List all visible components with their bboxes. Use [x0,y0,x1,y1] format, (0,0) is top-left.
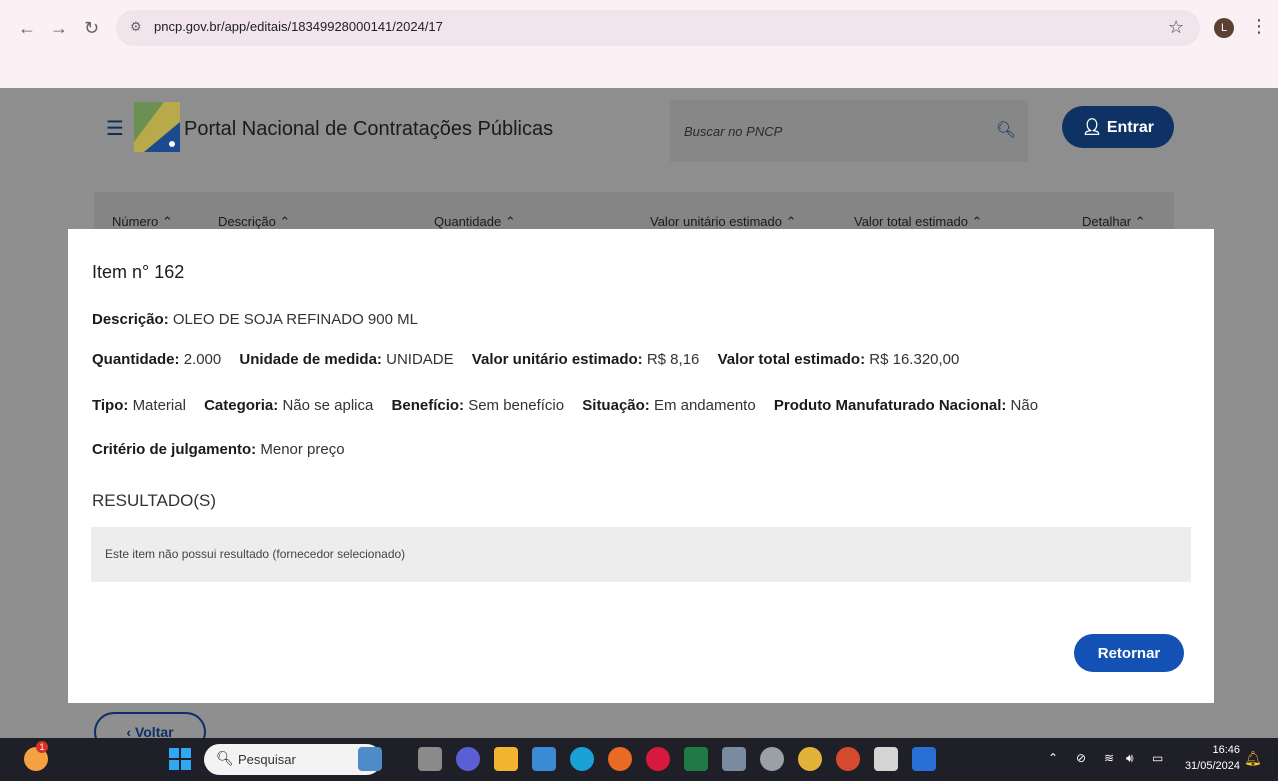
forward-arrow-icon[interactable]: → [50,18,68,39]
beneficio-value: Sem benefício [468,397,565,414]
criterio-value: Menor preço [260,441,345,458]
hamburger-menu-icon[interactable]: ☰ [106,116,124,141]
col-descricao[interactable]: Descrição ⌃ [218,214,290,230]
reload-icon[interactable]: ↻ [84,18,99,39]
quantidade-value: 2.000 [183,351,222,368]
search-icon: 🔍︎ [216,750,234,766]
browser-chrome: ← → ↻ ⚙ pncp.gov.br/app/editais/18349928… [0,0,1278,88]
firefox-icon[interactable] [608,747,632,771]
clock[interactable]: 16:46 31/05/2024 [1180,742,1240,774]
taskbar-search-input[interactable]: 🔍︎ Pesquisar [204,744,382,775]
col-valor-total[interactable]: Valor total estimado ⌃ [854,214,982,230]
modal-title: Item n° 162 [92,262,185,282]
login-button[interactable]: 👤︎ Entrar [1062,106,1174,148]
windows-taskbar: 1 🔍︎ Pesquisar ⌃ ⊘ ≋ 🔊︎ ▭ 16:46 31/05/20… [0,738,1278,781]
settings-gear-icon[interactable] [760,747,784,771]
col-detalhar[interactable]: Detalhar ⌃ [1082,214,1146,230]
pncp-logo-icon [134,102,180,152]
criterio-line: Critério de julgamento: Menor preço [92,441,345,458]
login-label: Entrar [1106,119,1154,136]
col-numero[interactable]: Número ⌃ [112,214,173,230]
search-highlight-icon [358,747,382,771]
chrome-icon[interactable] [798,747,822,771]
col-quantidade[interactable]: Quantidade ⌃ [434,214,516,230]
tipo-line: Tipo: Material Categoria: Não se aplica … [92,397,1039,414]
quantidade-line: Quantidade: 2.000 Unidade de medida: UNI… [92,351,960,368]
task-view-icon[interactable] [418,747,442,771]
bookmark-star-icon[interactable]: ☆ [1168,17,1184,38]
profile-avatar[interactable]: L [1214,18,1234,38]
produto-value: Não [1010,397,1039,414]
windows-start-icon[interactable] [168,747,192,771]
situacao-value: Em andamento [653,397,756,414]
item-detail-modal: Item n° 162 Descrição: OLEO DE SOJA REFI… [68,229,1214,703]
notification-badge: 1 [36,741,48,753]
security-app-icon[interactable] [646,747,670,771]
address-row: ← → ↻ ⚙ pncp.gov.br/app/editais/18349928… [0,10,1278,46]
file-explorer-icon[interactable] [494,747,518,771]
unidade-value: UNIDADE [386,351,454,368]
store-icon[interactable] [532,747,556,771]
return-button[interactable]: Retornar [1074,634,1184,672]
valor-unitario-value: R$ 8,16 [646,351,700,368]
site-search-input[interactable]: Buscar no PNCP 🔍︎ [670,100,1028,162]
tipo-value: Material [132,397,186,414]
browser-menu-icon[interactable]: ⋮ [1250,16,1268,37]
resultados-box: Este item não possui resultado (forneced… [91,527,1191,582]
wifi-icon[interactable]: ≋ [1104,751,1114,765]
edge-icon[interactable] [570,747,594,771]
resultados-title: RESULTADO(S) [92,491,217,510]
clock-time: 16:46 [1212,744,1240,756]
url-text: pncp.gov.br/app/editais/18349928000141/2… [154,19,443,34]
search-icon[interactable]: 🔍︎ [996,120,1016,140]
snipping-tool-icon[interactable] [874,747,898,771]
back-arrow-icon[interactable]: ← [18,18,36,39]
resultados-empty-text: Este item não possui resultado (forneced… [105,547,406,561]
valor-total-value: R$ 16.320,00 [869,351,960,368]
categoria-value: Não se aplica [282,397,374,414]
chrome-profile-icon[interactable] [836,747,860,771]
address-bar[interactable]: ⚙ pncp.gov.br/app/editais/18349928000141… [116,10,1200,46]
site-title[interactable]: Portal Nacional de Contratações Públicas [184,118,553,141]
items-table-header: Número ⌃ Descrição ⌃ Quantidade ⌃ Valor … [94,192,1174,232]
photos-icon[interactable] [912,747,936,771]
volume-icon[interactable]: 🔊︎ [1126,751,1134,766]
col-valor-unitario[interactable]: Valor unitário estimado ⌃ [650,214,797,230]
taskbar-search-label: Pesquisar [238,752,296,767]
network-status-icon[interactable]: ⊘ [1076,751,1086,765]
clock-date: 31/05/2024 [1184,760,1240,772]
descricao-line: Descrição: OLEO DE SOJA REFINADO 900 ML [92,311,418,328]
site-info-icon[interactable]: ⚙ [130,19,142,35]
battery-icon[interactable]: ▭ [1152,751,1163,765]
user-icon: 👤︎ [1082,119,1103,136]
descricao-value: OLEO DE SOJA REFINADO 900 ML [172,311,418,328]
tray-chevron-up-icon[interactable]: ⌃ [1048,751,1058,765]
site-header: ☰ Portal Nacional de Contratações Públic… [0,88,1278,170]
printer-icon[interactable] [722,747,746,771]
search-placeholder: Buscar no PNCP [684,124,783,139]
excel-icon[interactable] [684,747,708,771]
notification-bell-icon[interactable]: 🔔︎ [1244,750,1262,767]
teams-icon[interactable] [456,747,480,771]
